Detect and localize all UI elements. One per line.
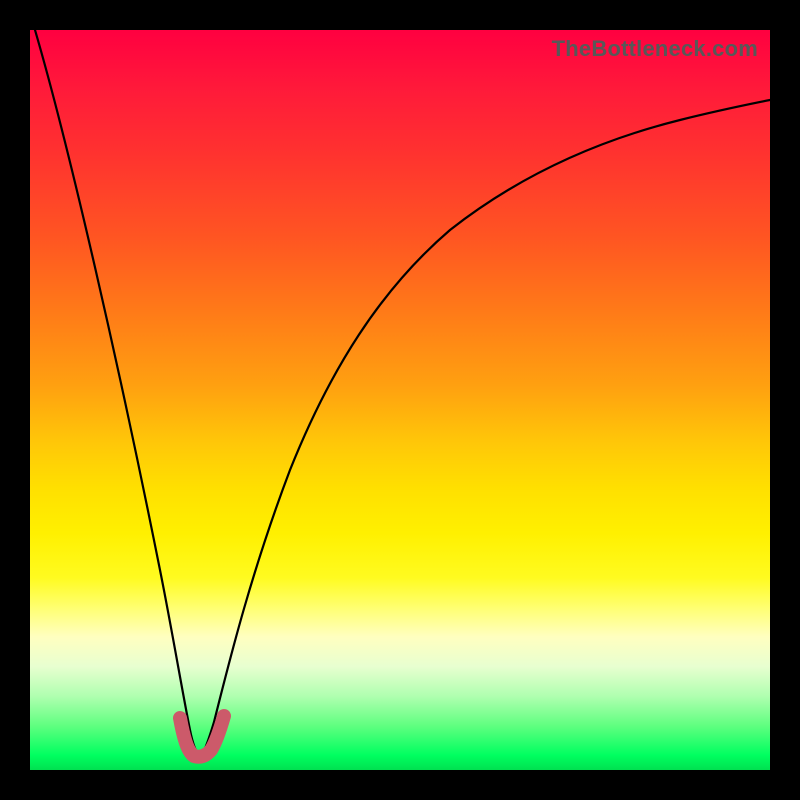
plot-area: TheBottleneck.com	[30, 30, 770, 770]
bottleneck-curve	[35, 30, 770, 756]
curve-layer	[30, 30, 770, 770]
chart-frame: TheBottleneck.com	[0, 0, 800, 800]
trough-highlight	[180, 716, 224, 757]
